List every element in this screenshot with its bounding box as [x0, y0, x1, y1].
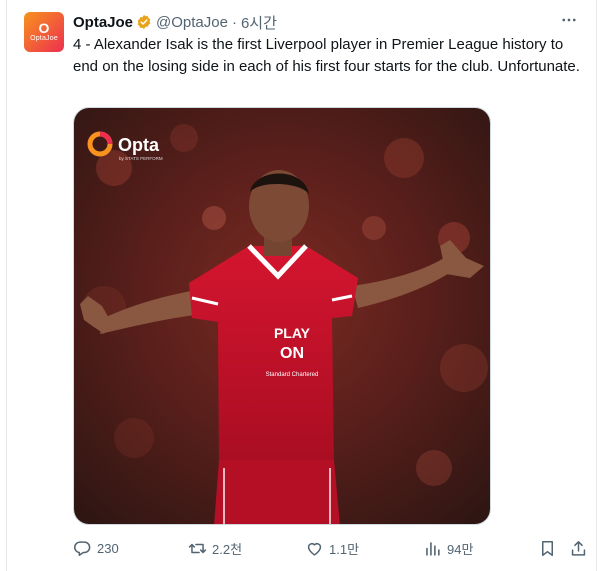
- tweet-photo[interactable]: Opta by STATS PERFORM PLAY ON Standard C…: [73, 107, 491, 525]
- repost-icon: [188, 543, 207, 553]
- more-icon[interactable]: [554, 8, 584, 32]
- avatar[interactable]: O OptaJoe: [24, 12, 64, 52]
- sponsor-on: ON: [280, 345, 304, 362]
- timestamp[interactable]: 6시간: [241, 12, 277, 33]
- sponsor-sc: Standard Chartered: [266, 372, 319, 378]
- avatar-letter: O: [38, 20, 50, 36]
- avatar-brand: OptaJoe: [30, 35, 58, 42]
- share-icon: [571, 540, 586, 556]
- sponsor-play: PLAY: [274, 325, 311, 341]
- action-bar: 230 2.2천 1.1만 94만: [73, 532, 591, 564]
- views-count: 94만: [447, 541, 474, 557]
- bookmark-icon: [541, 540, 554, 556]
- views-button[interactable]: 94만: [423, 532, 473, 564]
- repost-count: 2.2천: [212, 541, 243, 557]
- reply-count: 230: [97, 540, 119, 556]
- like-count: 1.1만: [329, 541, 360, 557]
- tweet-header: OptaJoe @OptaJoe · 6시간: [73, 12, 277, 32]
- bookmark-button[interactable]: [538, 532, 557, 564]
- opta-logo-text: Opta: [118, 135, 160, 155]
- opta-logo-sub: by STATS PERFORM: [119, 156, 163, 161]
- tweet-text: 4 - Alexander Isak is the first Liverpoo…: [73, 36, 580, 75]
- reply-button[interactable]: 230: [73, 532, 119, 564]
- like-button[interactable]: 1.1만: [305, 532, 359, 564]
- handle[interactable]: @OptaJoe: [156, 14, 228, 31]
- share-button[interactable]: [569, 532, 588, 564]
- reply-icon: [74, 540, 91, 556]
- display-name[interactable]: OptaJoe: [73, 14, 133, 31]
- player-photo: Opta by STATS PERFORM PLAY ON Standard C…: [74, 108, 490, 524]
- repost-button[interactable]: 2.2천: [188, 532, 242, 564]
- views-icon: [426, 541, 440, 556]
- verified-icon: [137, 15, 151, 29]
- like-icon: [307, 542, 322, 556]
- separator: ·: [231, 13, 237, 31]
